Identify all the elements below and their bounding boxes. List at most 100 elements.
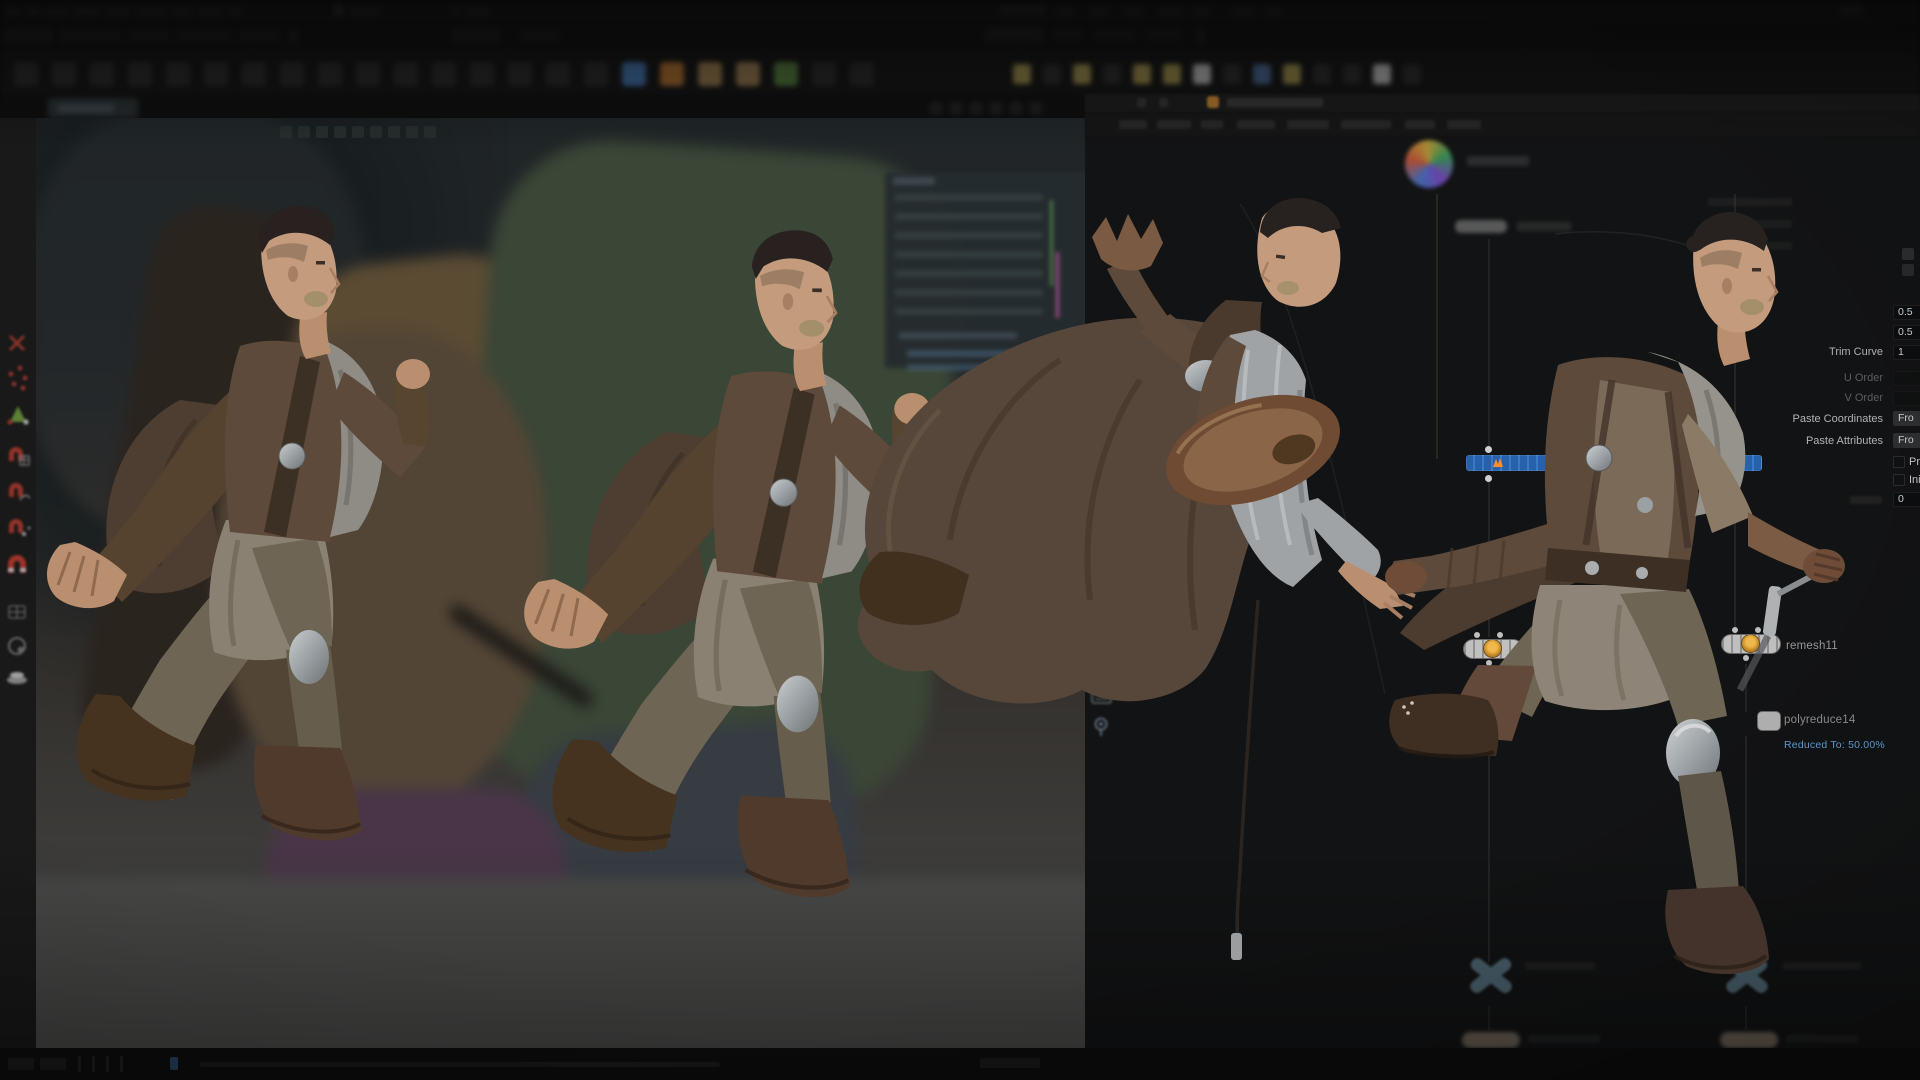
selected-node-output-dot[interactable] [1485,475,1492,482]
floating-list-panel[interactable] [885,172,1113,368]
decor-blur [1000,5,1046,15]
decor-blur [172,7,192,15]
decor-blur [1283,64,1301,84]
upper-node-label-blur [1517,222,1571,231]
decor-blur [930,102,942,114]
node-output-dot[interactable] [1486,660,1492,666]
network-menu-row[interactable] [1085,112,1920,136]
decor-blur [92,1056,95,1072]
null-x-icon [1461,946,1521,1006]
decor-blur [228,7,242,15]
bottom-node-blur[interactable] [1462,1032,1520,1048]
decor-blur [736,62,760,86]
decor-blur [1227,98,1323,107]
u-order-field[interactable] [1893,371,1920,386]
menu-bar[interactable] [0,0,1920,22]
param-u-field[interactable]: 0.5 [1893,305,1920,320]
decor-blur [907,350,1031,357]
bottom-node-blur[interactable] [1720,1032,1778,1048]
v-order-field[interactable] [1893,391,1920,406]
decor-blur [1103,64,1121,84]
param-row-blur [1730,220,1792,228]
network-y-icon [1093,620,1109,638]
decor-blur [1201,120,1223,129]
offset-field[interactable]: 0 [1893,492,1920,507]
multi-snap-icon [8,555,26,573]
panel-magenta-strip [1056,252,1059,318]
decor-blur [1193,64,1211,84]
decor-blur [352,126,364,138]
node-input-dot[interactable] [1732,627,1738,633]
paste-coordinates-dropdown[interactable]: Fro [1893,411,1920,426]
paste-attributes-dropdown[interactable]: Fro [1893,433,1920,448]
decor-blur [1287,120,1329,129]
decor-blur [280,126,292,138]
panel-green-strip [1050,200,1053,286]
node-input-dot[interactable] [1755,627,1761,633]
null-x-icon [1717,946,1777,1006]
panel-gear-icon[interactable] [1902,248,1914,260]
viewport-left-toolbar[interactable] [0,118,36,1050]
decor-blur [334,4,344,16]
decor-blur [60,28,122,42]
decor-blur [6,7,20,15]
decor-blur [288,28,298,42]
app-window: rem remesh11 polyreduce14 Reduced To: 50… [0,0,1920,1080]
param-v-field[interactable]: 0.5 [1893,325,1920,340]
node-input-dot[interactable] [1497,632,1503,638]
decor-blur [950,102,962,114]
decor-blur [14,62,38,86]
decor-blur [318,62,342,86]
decor-blur [895,213,1043,220]
preserve-checkbox[interactable] [1893,456,1905,468]
init-checkbox[interactable] [1893,474,1905,486]
decor-blur [698,62,722,86]
decor-blur [584,62,608,86]
decor-blur [1094,29,1136,40]
remesh-node-left[interactable] [1464,640,1522,658]
playbar[interactable] [0,1048,1920,1080]
decor-blur [895,232,1043,239]
selected-node-input-dot[interactable] [1485,446,1492,453]
trim-curve-field[interactable]: 1 [1893,345,1920,360]
decor-blur [1373,64,1391,84]
decor-blur [1343,64,1361,84]
decor-blur [1264,7,1282,15]
smiley-badge-icon [1484,640,1501,657]
decor-blur [432,62,456,86]
decor-blur [136,7,166,15]
decor-blur [1043,64,1061,84]
decor-blur [1405,120,1435,129]
decor-blur [52,62,76,86]
decor-blur [106,1056,109,1072]
decor-blur [895,308,1043,315]
shelf-tools-row[interactable] [0,52,1920,94]
decor-blur [356,62,380,86]
node-output-dot[interactable] [1743,655,1749,661]
decor-blur [907,364,1055,371]
decor-blur [40,1058,66,1070]
display-node-icon[interactable] [1405,140,1453,188]
node-input-dot[interactable] [1474,632,1480,638]
upper-node-blur[interactable] [1455,220,1507,233]
decor-blur [280,62,304,86]
decor-blur [1158,7,1182,15]
decor-blur [46,7,68,15]
polyreduce-node[interactable] [1758,712,1780,730]
decor-blur [1163,64,1181,84]
network-side-toolbar [1087,586,1117,886]
decor-blur [424,126,436,138]
remesh-node-right[interactable] [1722,635,1780,653]
panel-help-icon[interactable] [1902,264,1914,276]
bg-floor [36,878,1085,1050]
decor-blur [895,270,1043,277]
decor-blur [990,102,1002,114]
decor-blur [170,1057,178,1070]
point-snap-icon [9,519,31,536]
decor-blur [350,7,380,15]
decor-blur [1159,98,1168,107]
network-path-bar[interactable] [1085,94,1920,112]
shelf-tab-row[interactable] [0,22,1920,52]
decor-blur [774,62,798,86]
decor-blur [1341,120,1391,129]
